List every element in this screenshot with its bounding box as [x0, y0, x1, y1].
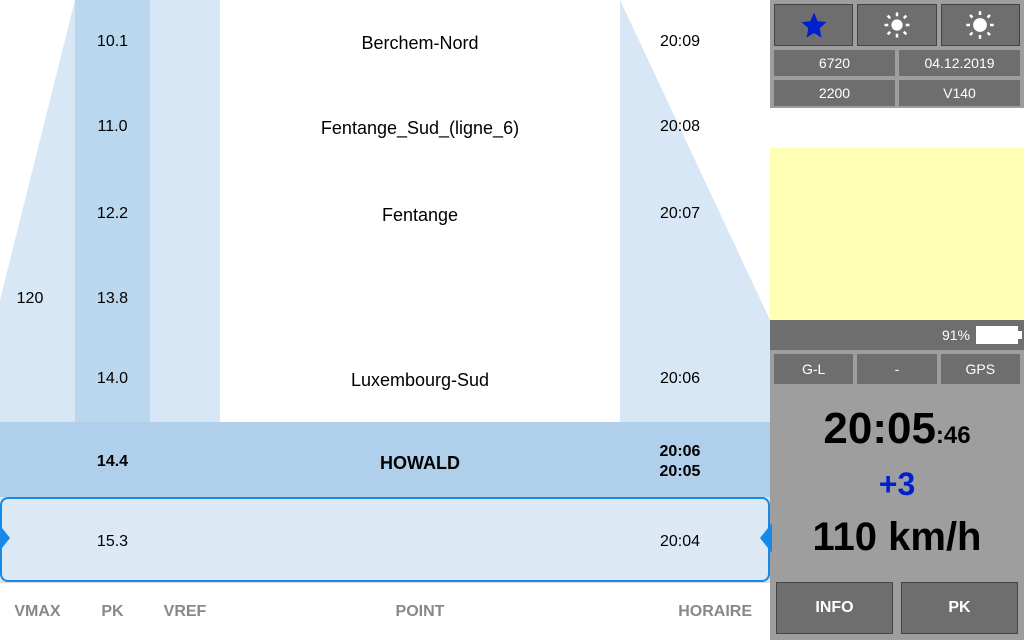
horaire-value: 20:06: [620, 443, 740, 461]
pk-value: 13.8: [75, 290, 150, 308]
chevron-right-icon[interactable]: [760, 523, 772, 553]
star-icon: [799, 10, 829, 40]
sun-icon: [882, 10, 912, 40]
code-display: 2200: [774, 80, 895, 106]
battery-percent: 91%: [942, 327, 970, 343]
info-row-2: 2200 V140: [770, 78, 1024, 108]
brightness-low-button[interactable]: [857, 4, 936, 46]
sun-icon: [965, 10, 995, 40]
horaire-value: 20:07: [620, 205, 740, 223]
yellow-panel: [770, 148, 1024, 320]
star-button[interactable]: [774, 4, 853, 46]
point-name: Fentange_Sud_(ligne_6): [220, 118, 620, 139]
sidebar: 6720 04.12.2019 2200 V140 91% G-L - GPS …: [770, 0, 1024, 640]
pk-value: 15.3: [75, 533, 150, 551]
point-name: Berchem-Nord: [220, 33, 620, 54]
horaire-value: 20:09: [620, 33, 740, 51]
clock-sec: :46: [936, 422, 971, 449]
status-left: G-L: [774, 354, 853, 384]
vlim-display: V140: [899, 80, 1020, 106]
train-number: 6720: [774, 50, 895, 76]
status-row: G-L - GPS: [770, 350, 1024, 388]
pk-value: 14.4: [75, 453, 150, 471]
top-icon-row: [770, 0, 1024, 48]
clock-block: 20:05:46 +3 110 km/h: [770, 388, 1024, 576]
battery-row: 91%: [770, 320, 1024, 350]
status-mid: -: [857, 354, 936, 384]
info-button[interactable]: INFO: [776, 582, 893, 634]
clock-hhmm: 20:05: [823, 404, 936, 453]
horaire-value: 20:08: [620, 118, 740, 136]
header-vref: VREF: [150, 603, 220, 621]
brightness-high-button[interactable]: [941, 4, 1020, 46]
header-point: POINT: [220, 603, 620, 621]
speed-display: 110 km/h: [812, 515, 981, 560]
horaire-value: 20:04: [620, 533, 740, 551]
pk-value: 10.1: [75, 33, 150, 51]
timetable-main: 10.1 Berchem-Nord20:09 11.0 Fentange_Sud_(l…: [0, 0, 770, 640]
white-panel: [770, 108, 1024, 148]
point-name: Luxembourg-Sud: [220, 370, 620, 391]
chevron-left-icon[interactable]: [0, 523, 10, 553]
horaire-value-2: 20:05: [620, 463, 740, 481]
clock-time: 20:05:46: [823, 404, 970, 454]
battery-icon: [976, 326, 1018, 344]
pk-value: 12.2: [75, 205, 150, 223]
column-headers: VMAX PK VREF POINT HORAIRE: [0, 582, 770, 640]
info-row-1: 6720 04.12.2019: [770, 48, 1024, 78]
pk-value: 11.0: [75, 118, 150, 136]
point-name: Fentange: [220, 205, 620, 226]
time-delta: +3: [879, 466, 915, 503]
bottom-buttons: INFO PK: [770, 576, 1024, 640]
vmax-value: 120: [0, 290, 60, 308]
header-horaire: HORAIRE: [620, 603, 770, 621]
point-name: HOWALD: [220, 453, 620, 474]
status-right: GPS: [941, 354, 1020, 384]
header-pk: PK: [75, 603, 150, 621]
pk-value: 14.0: [75, 370, 150, 388]
horaire-value: 20:06: [620, 370, 740, 388]
header-vmax: VMAX: [0, 603, 75, 621]
pk-button[interactable]: PK: [901, 582, 1018, 634]
date-display: 04.12.2019: [899, 50, 1020, 76]
